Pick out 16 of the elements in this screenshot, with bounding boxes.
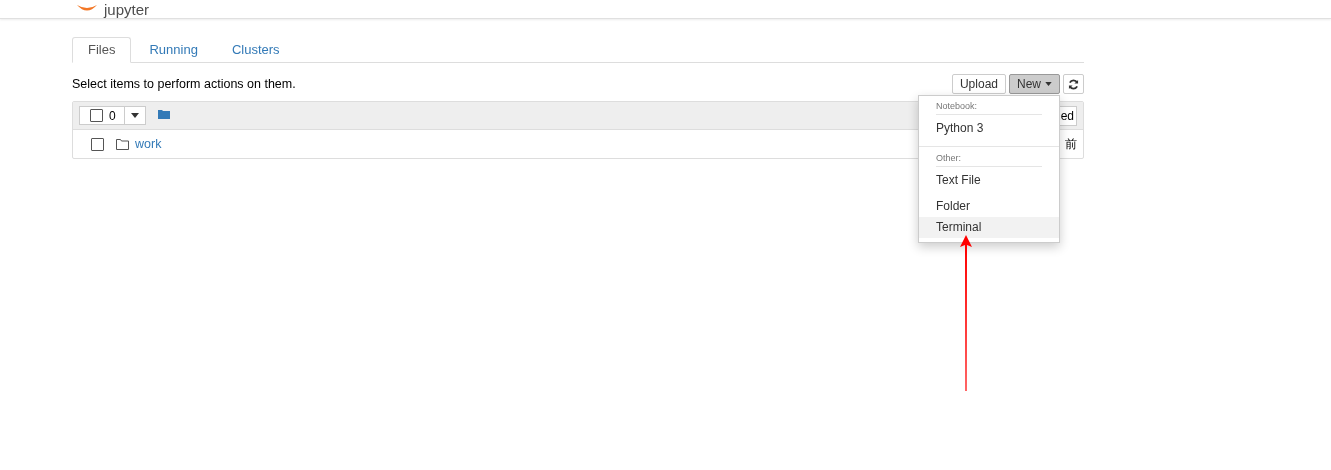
tab[interactable]: Clusters [215, 37, 296, 63]
menu-item[interactable]: Python 3 [936, 114, 1042, 144]
menu-item[interactable]: Text File [936, 166, 1042, 196]
upload-button[interactable]: Upload [951, 74, 1006, 94]
menu-item[interactable]: Folder [919, 196, 1059, 217]
modified-time: 前 [1065, 135, 1077, 153]
menu-heading: Other: [935, 152, 962, 165]
new-button[interactable]: New [1009, 74, 1060, 94]
tab[interactable]: Running [133, 37, 214, 63]
logo-text: jupyter [104, 1, 150, 18]
select-all-button[interactable]: 0 [79, 106, 125, 125]
menu-item[interactable]: Terminal [919, 217, 1059, 238]
folder-link[interactable]: work [135, 137, 162, 151]
tab[interactable]: Files [72, 37, 132, 63]
menu-heading: Notebook: [935, 100, 979, 113]
instruction-text: Select items to perform actions on them. [72, 77, 296, 91]
